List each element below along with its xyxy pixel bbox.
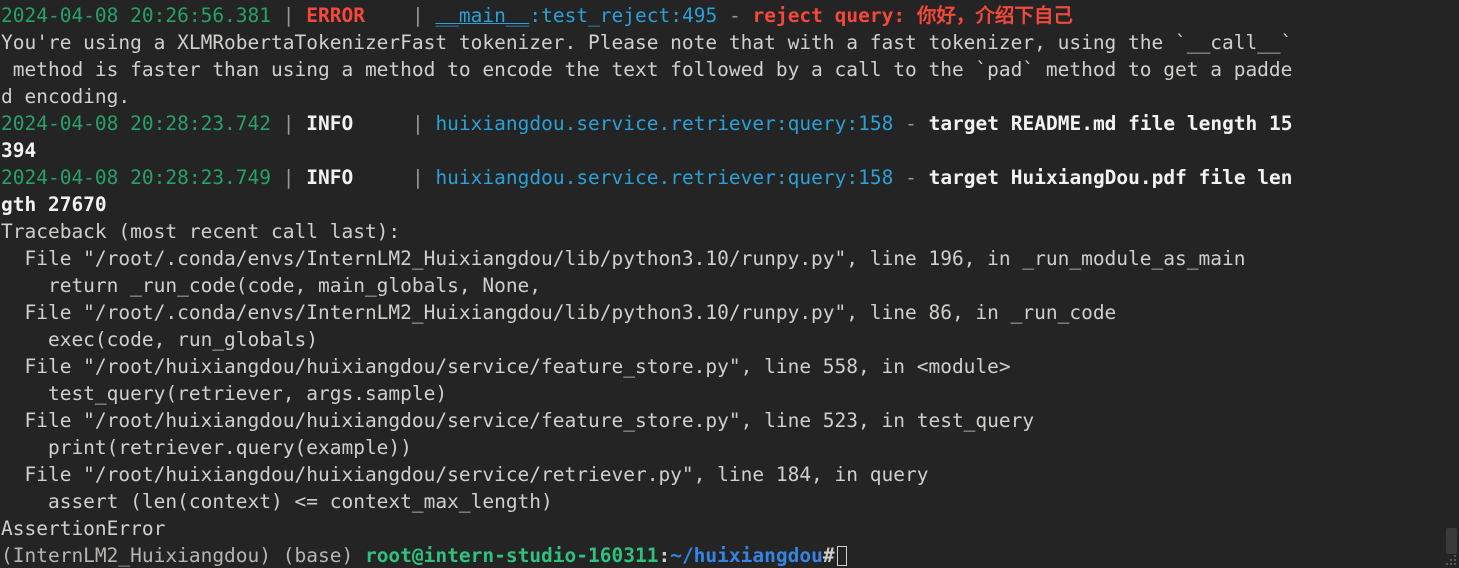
conda-env-indicator: (InternLM2_Huixiangdou) [1,544,283,567]
prompt-user-host: root@intern-studio-160311 [364,544,659,567]
log-timestamp: 2024-04-08 20:26:56.381 [1,4,272,27]
log-level-info: INFO [306,112,354,135]
tokenizer-warning-line-1: You're using a XLMRobertaTokenizerFast t… [1,31,1293,54]
log-separator: | [271,166,307,189]
traceback-frame-location: File "/root/huixiangdou/huixiangdou/serv… [1,409,1035,432]
log-message-wrap-text: gth 27670 [1,193,107,216]
traceback-frame-code: test_query(retriever, args.sample) [1,382,448,405]
traceback-frame-location: File "/root/huixiangdou/huixiangdou/serv… [1,355,1011,378]
log-dash: - [893,166,929,189]
log-module-name: huixiangdou.service.retriever [435,112,776,135]
log-message: target README.md file length 15 [928,112,1293,135]
log-colon-2: : [846,166,859,189]
traceback-frame-code: print(retriever.query(example)) [1,436,412,459]
log-line-info-pdf: 2024-04-08 20:28:23.749 | INFO | huixian… [0,164,1459,191]
log-line-number: 158 [858,166,894,189]
text-cursor[interactable] [836,546,847,566]
log-function-name: query [787,166,847,189]
traceback-header: Traceback (most recent call last): [1,220,401,243]
log-dash: - [717,4,753,27]
traceback-exception-name: AssertionError [1,517,166,540]
tokenizer-warning-line-3: d encoding. [1,85,131,108]
prompt-working-directory: ~/huixiangdou [670,544,823,567]
log-separator-2: | [400,4,436,27]
log-level-error: ERROR [306,4,365,27]
traceback-frame-code: assert (len(context) <= context_max_leng… [1,490,553,513]
log-colon-1: : [529,4,542,27]
log-dash: - [893,112,929,135]
log-colon-1: : [775,112,788,135]
traceback-frame-code: return _run_code(code, main_globals, Non… [1,274,542,297]
log-function-name: test_reject [541,4,671,27]
traceback-frame-location: File "/root/.conda/envs/InternLM2_Huixia… [1,301,1117,324]
log-separator-2: | [400,112,436,135]
log-message-wrap-readme: 394 [0,137,1459,164]
log-line-number: 495 [682,4,718,27]
log-message-reject: reject query: [752,4,917,27]
log-level-info: INFO [306,166,354,189]
log-message-wrap-text: 394 [1,139,37,162]
log-colon-2: : [670,4,682,27]
log-line-error: 2024-04-08 20:26:56.381 | ERROR | __main… [0,2,1459,29]
base-env-indicator: (base) [282,544,365,567]
log-colon-2: : [846,112,859,135]
shell-prompt-line[interactable]: (InternLM2_Huixiangdou) (base) root@inte… [0,542,1459,568]
log-line-info-readme: 2024-04-08 20:28:23.742 | INFO | huixian… [0,110,1459,137]
tokenizer-warning-line-2: method is faster than using a method to … [1,58,1293,81]
log-message-wrap-pdf: gth 27670 [0,191,1459,218]
log-separator: | [271,112,307,135]
traceback-frame-location: File "/root/huixiangdou/huixiangdou/serv… [1,463,929,486]
traceback-frame-location: File "/root/.conda/envs/InternLM2_Huixia… [1,247,1246,270]
prompt-symbol: # [822,544,835,567]
vertical-scrollbar-thumb[interactable] [1446,528,1457,554]
prompt-colon: : [658,544,671,567]
log-level-padding [353,112,400,135]
window-resize-grip[interactable] [1445,554,1458,567]
log-colon-1: : [775,166,788,189]
log-separator: | [271,4,307,27]
log-message-query-cjk: 你好，介绍下自己 [916,4,1073,27]
log-message: target HuixiangDou.pdf file len [928,166,1293,189]
log-module-name: __main__ [435,4,530,27]
log-timestamp: 2024-04-08 20:28:23.742 [1,112,272,135]
terminal-window[interactable]: 2024-04-08 20:26:56.381 | ERROR | __main… [0,0,1459,568]
log-separator-2: | [400,166,436,189]
log-module-name: huixiangdou.service.retriever [435,166,776,189]
traceback-frame-code: exec(code, run_globals) [1,328,318,351]
log-line-number: 158 [858,112,894,135]
log-level-padding [365,4,400,27]
log-level-padding [353,166,400,189]
log-function-name: query [787,112,847,135]
log-timestamp: 2024-04-08 20:28:23.749 [1,166,272,189]
